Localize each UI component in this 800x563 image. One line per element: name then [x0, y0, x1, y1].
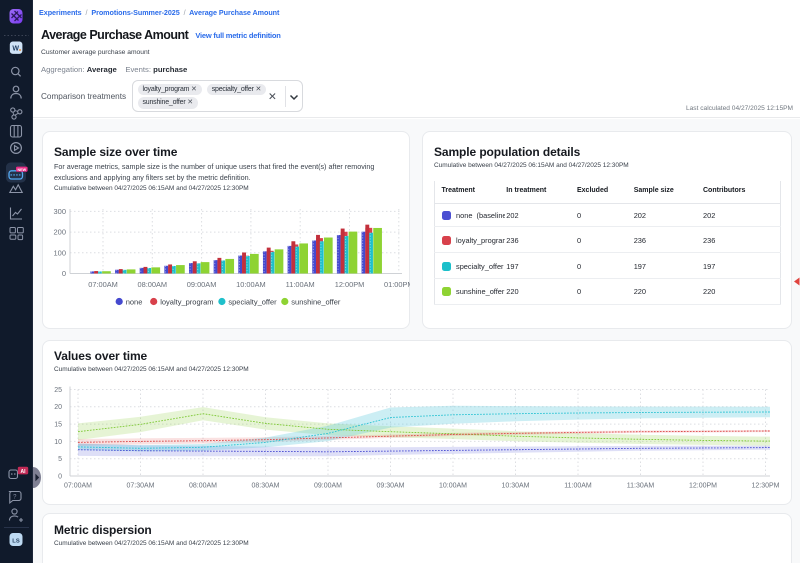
svg-text:09:00AM: 09:00AM	[314, 483, 342, 490]
svg-text:W: W	[12, 46, 19, 53]
svg-text:LS: LS	[12, 538, 20, 544]
svg-text:200: 200	[53, 228, 66, 237]
svg-text:100: 100	[53, 248, 66, 257]
svg-text:09:30AM: 09:30AM	[376, 483, 404, 490]
svg-text:07:30AM: 07:30AM	[126, 483, 154, 490]
svg-text:sunshine_offer: sunshine_offer	[291, 297, 341, 306]
svg-text:11:00AM: 11:00AM	[564, 483, 592, 490]
svg-text:01:00PM: 01:00PM	[384, 280, 410, 289]
svg-text:5: 5	[58, 456, 62, 463]
svg-text:NEW: NEW	[17, 168, 26, 172]
svg-text:?: ?	[13, 495, 17, 501]
svg-text:loyalty_program: loyalty_program	[160, 297, 213, 306]
svg-text:25: 25	[54, 387, 62, 394]
svg-text:10: 10	[54, 439, 62, 446]
svg-text:08:30AM: 08:30AM	[251, 483, 279, 490]
svg-text:20: 20	[54, 404, 62, 411]
svg-text:07:00AM: 07:00AM	[64, 483, 92, 490]
svg-text:12:30PM: 12:30PM	[751, 483, 779, 490]
svg-text:08:00AM: 08:00AM	[189, 483, 217, 490]
svg-text:10:00AM: 10:00AM	[439, 483, 467, 490]
svg-text:0: 0	[58, 473, 62, 480]
svg-text:none: none	[126, 297, 143, 306]
svg-text:specialty_offer: specialty_offer	[228, 297, 277, 306]
svg-text:10:00AM: 10:00AM	[236, 280, 266, 289]
svg-text:12:00PM: 12:00PM	[689, 483, 717, 490]
svg-text:11:00AM: 11:00AM	[286, 280, 315, 289]
svg-text:15: 15	[54, 422, 62, 429]
svg-text:09:00AM: 09:00AM	[187, 280, 217, 289]
svg-text:10:30AM: 10:30AM	[501, 483, 529, 490]
svg-text:0: 0	[62, 269, 66, 278]
svg-text:07:00AM: 07:00AM	[88, 280, 118, 289]
svg-text:AI: AI	[21, 469, 27, 475]
svg-text:08:00AM: 08:00AM	[138, 280, 168, 289]
svg-text:12:00PM: 12:00PM	[335, 280, 365, 289]
svg-text:300: 300	[53, 207, 66, 216]
svg-text:11:30AM: 11:30AM	[627, 483, 655, 490]
